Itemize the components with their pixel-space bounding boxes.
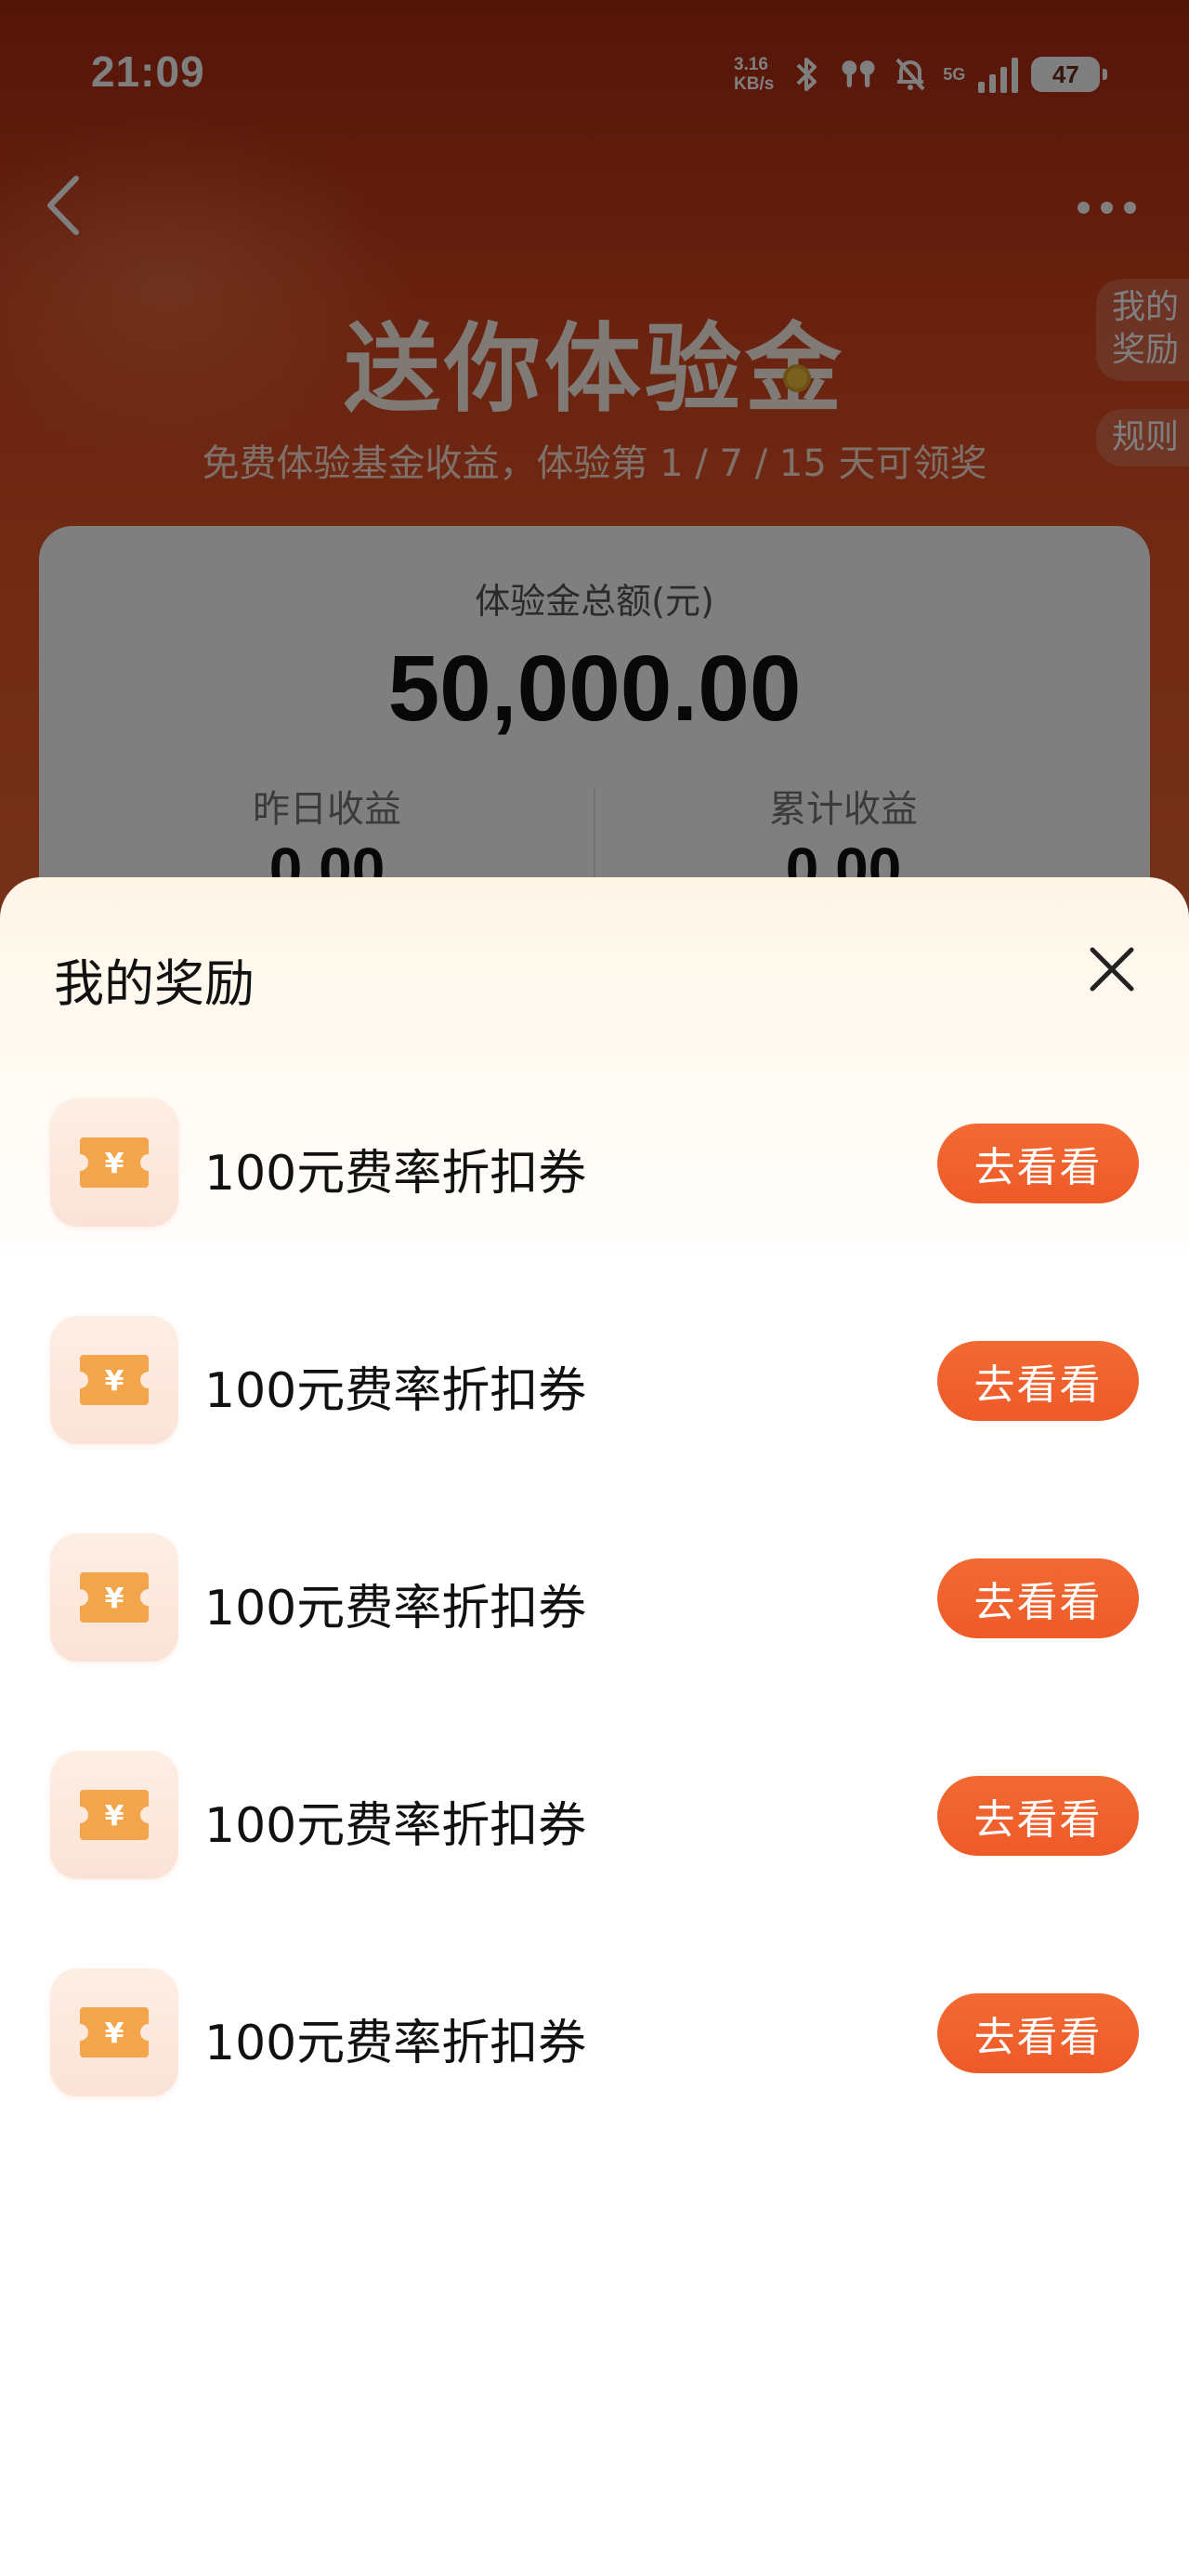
view-reward-button[interactable]: 去看看 xyxy=(937,1558,1139,1638)
reward-name: 100元费率折扣券 xyxy=(204,2016,587,2071)
svg-text:¥: ¥ xyxy=(105,1800,124,1833)
reward-item: ¥ 100元费率折扣券 去看看 xyxy=(0,1968,1189,2098)
yen-coupon-icon: ¥ xyxy=(50,1533,178,1662)
yen-coupon-icon: ¥ xyxy=(50,1968,178,2096)
reward-name: 100元费率折扣券 xyxy=(204,1363,587,1419)
yen-coupon-icon: ¥ xyxy=(50,1316,178,1444)
svg-text:¥: ¥ xyxy=(105,1583,124,1615)
view-reward-button[interactable]: 去看看 xyxy=(937,1124,1139,1203)
sheet-title: 我的奖励 xyxy=(54,954,255,1013)
rewards-sheet: 我的奖励 ¥ 100元费率折扣券 去看看 ¥ 100元费率折扣券 去看看 ¥ 1… xyxy=(0,877,1189,2576)
svg-text:¥: ¥ xyxy=(105,1365,124,1398)
svg-text:¥: ¥ xyxy=(105,2017,124,2050)
yen-coupon-icon: ¥ xyxy=(50,1751,178,1879)
view-reward-button[interactable]: 去看看 xyxy=(937,1993,1139,2073)
modal-overlay[interactable] xyxy=(0,0,1189,1022)
reward-item: ¥ 100元费率折扣券 去看看 xyxy=(0,1533,1189,1663)
reward-item: ¥ 100元费率折扣券 去看看 xyxy=(0,1316,1189,1446)
view-reward-button[interactable]: 去看看 xyxy=(937,1341,1139,1421)
screen: 21:09 3.16 KB/s 5G xyxy=(0,0,1189,2576)
reward-name: 100元费率折扣券 xyxy=(204,1581,587,1636)
reward-name: 100元费率折扣券 xyxy=(204,1798,587,1854)
reward-name: 100元费率折扣券 xyxy=(204,1146,587,1202)
yen-coupon-icon: ¥ xyxy=(50,1098,178,1227)
reward-item: ¥ 100元费率折扣券 去看看 xyxy=(0,1751,1189,1881)
reward-item: ¥ 100元费率折扣券 去看看 xyxy=(0,1098,1189,1229)
view-reward-button[interactable]: 去看看 xyxy=(937,1776,1139,1856)
svg-text:¥: ¥ xyxy=(105,1148,124,1180)
close-icon[interactable] xyxy=(1087,944,1137,994)
